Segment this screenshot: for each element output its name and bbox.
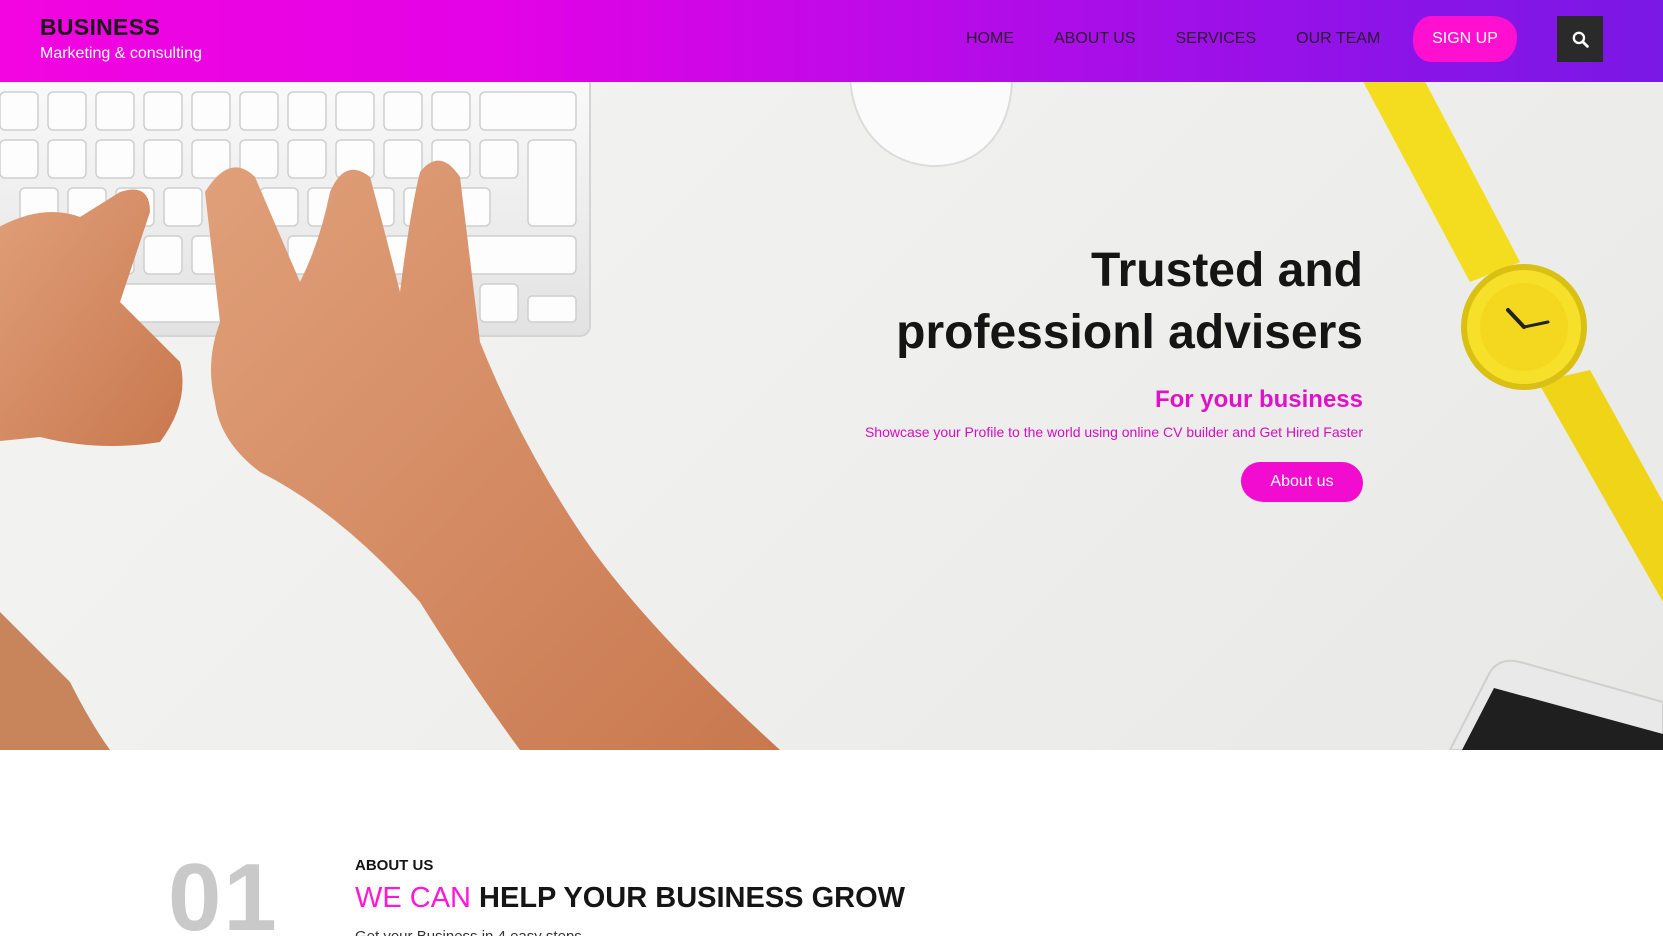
about-steps-text: Get your Business in 4 easy steps <box>355 928 582 936</box>
about-section: 01 ABOUT US WE CAN HELP YOUR BUSINESS GR… <box>0 750 1663 936</box>
brand-title[interactable]: BUSINESS <box>40 14 202 41</box>
nav-item-about-us[interactable]: ABOUT US <box>1054 30 1136 48</box>
site-header: BUSINESS Marketing & consulting HOME ABO… <box>0 0 1663 82</box>
about-us-button[interactable]: About us <box>1241 462 1363 502</box>
hero-content: Trusted and professionl advisers For you… <box>663 240 1363 502</box>
brand[interactable]: BUSINESS Marketing & consulting <box>40 14 202 63</box>
hero-section: Trusted and professionl advisers For you… <box>0 82 1663 750</box>
nav-item-our-team[interactable]: OUR TEAM <box>1296 30 1380 48</box>
hero-title: Trusted and professionl advisers <box>663 240 1363 364</box>
main-nav: HOME ABOUT US SERVICES OUR TEAM <box>966 30 1420 48</box>
search-button[interactable] <box>1557 16 1603 62</box>
about-heading-rest: HELP YOUR BUSINESS GROW <box>471 882 905 914</box>
watch-image <box>1363 82 1663 602</box>
about-heading: WE CAN HELP YOUR BUSINESS GROW <box>355 882 905 915</box>
step-number: 01 <box>168 844 279 936</box>
signup-button[interactable]: SIGN UP <box>1413 16 1517 62</box>
search-icon <box>1572 31 1589 48</box>
nav-item-services[interactable]: SERVICES <box>1176 30 1257 48</box>
hero-title-line1: Trusted and <box>1090 244 1363 297</box>
about-heading-accent: WE CAN <box>355 882 471 914</box>
hero-subtitle: For your business <box>1154 386 1363 413</box>
phone-image <box>1448 659 1663 750</box>
hero-description: Showcase your Profile to the world using… <box>864 424 1363 440</box>
brand-subtitle: Marketing & consulting <box>40 45 202 62</box>
nav-item-home[interactable]: HOME <box>966 30 1014 48</box>
hero-title-line2: professionl advisers <box>896 306 1363 359</box>
about-label: ABOUT US <box>355 857 434 874</box>
mouse-image <box>849 82 1013 168</box>
